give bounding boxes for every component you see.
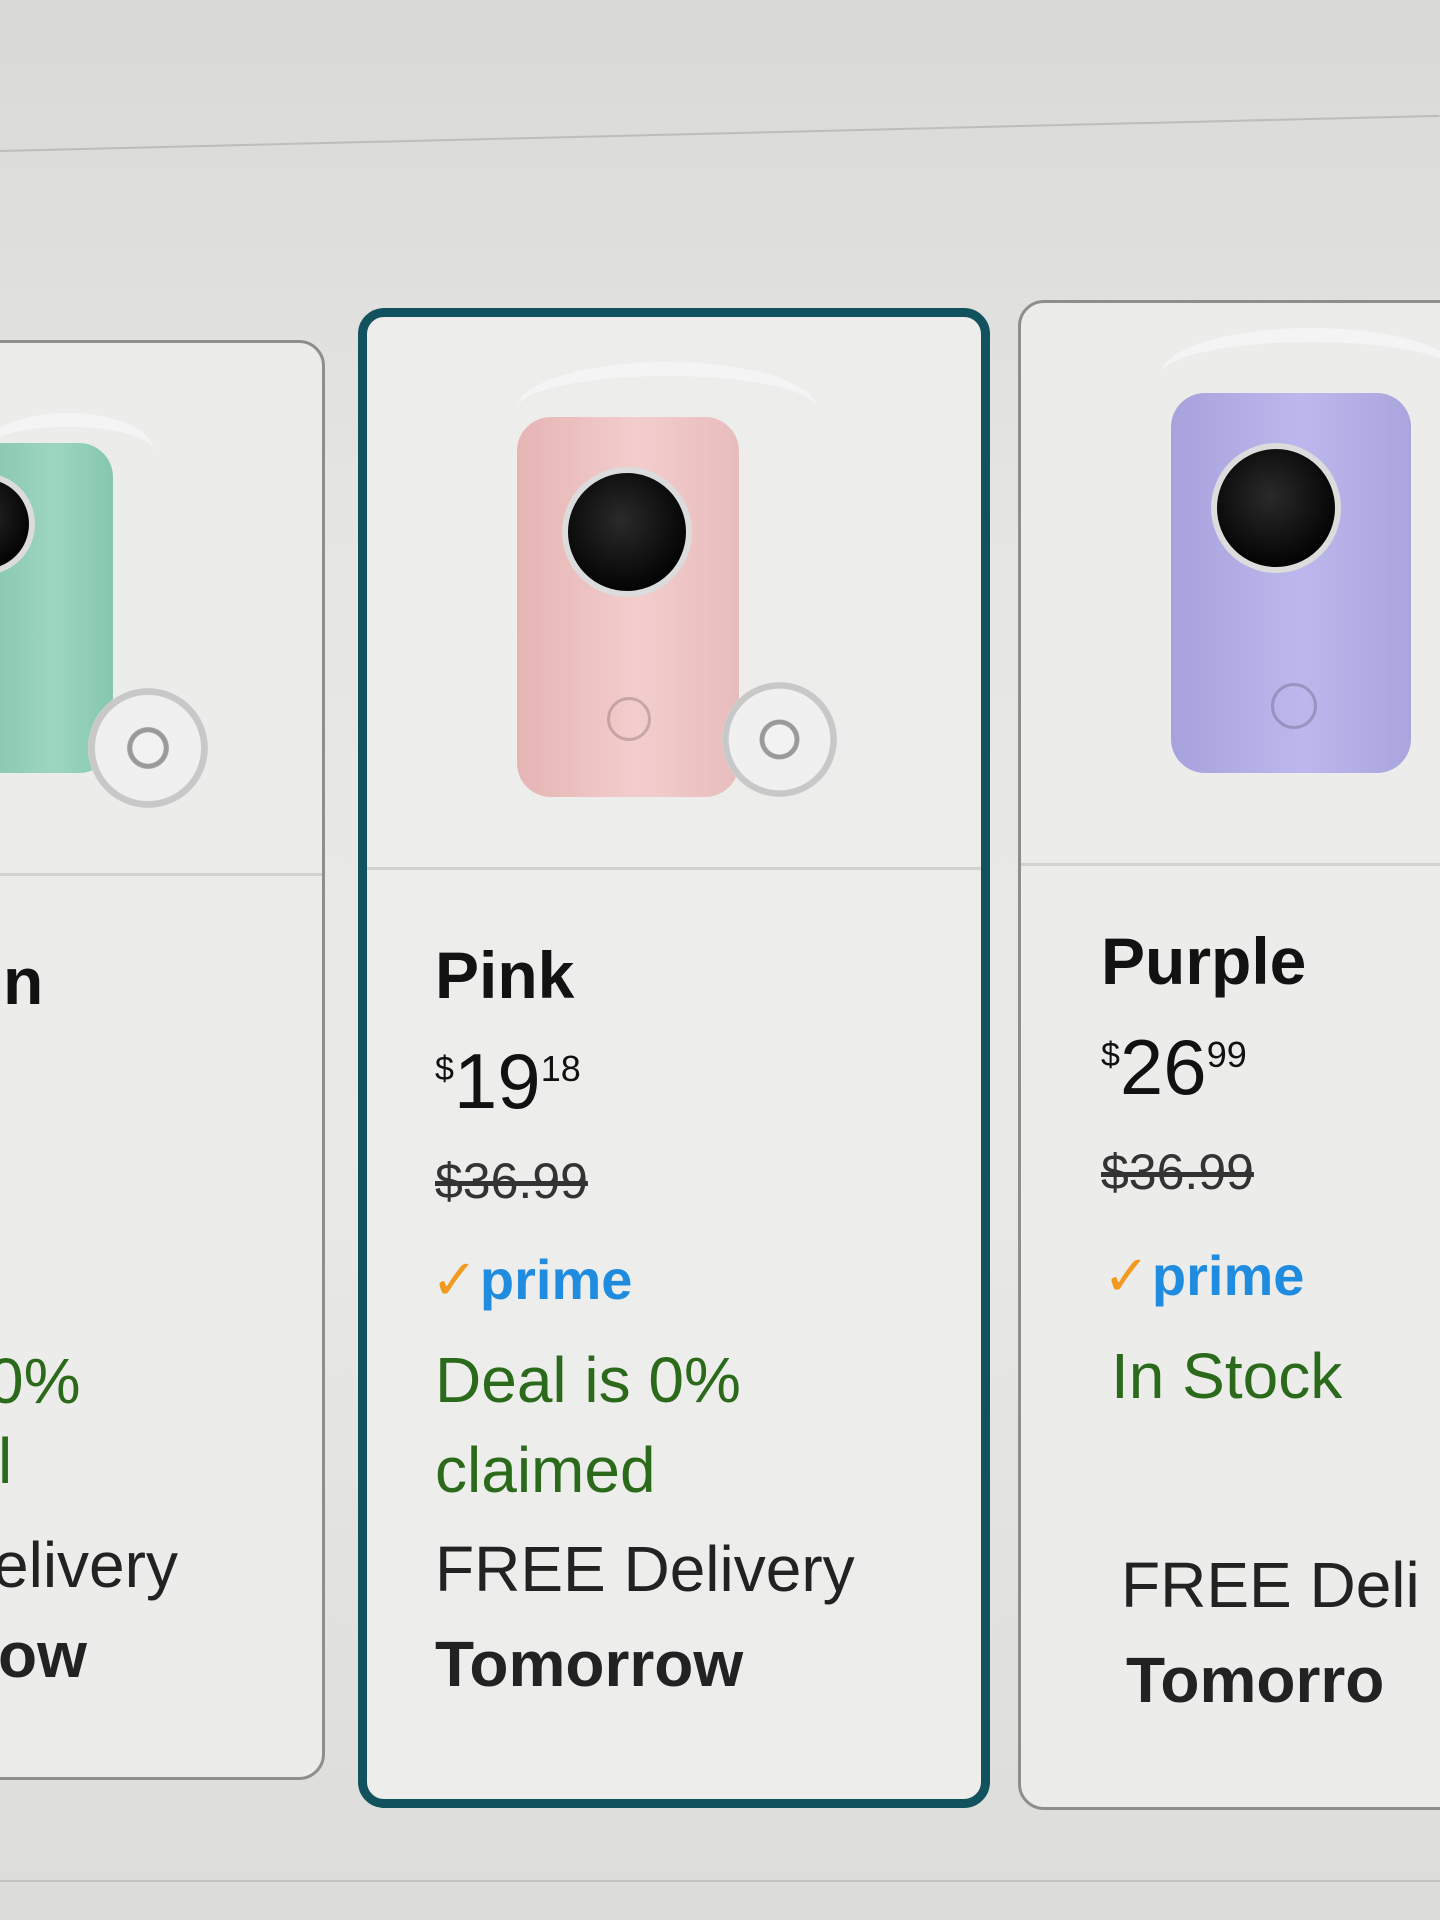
prime-check-icon: ✓ <box>1103 1244 1150 1307</box>
page-bottom-divider <box>0 1880 1440 1882</box>
mint-label-printer-image <box>0 343 322 883</box>
delivery-label: FREE Delivery <box>435 1533 855 1605</box>
page-top-divider <box>0 114 1440 152</box>
deal-status: 0% <box>0 1345 81 1417</box>
prime-label: prime <box>1151 1244 1305 1307</box>
delivery-day: Tomorrow <box>435 1628 744 1700</box>
sale-price: $2699 <box>1101 1028 1247 1106</box>
deal-status-line1: Deal is 0% <box>435 1344 741 1416</box>
deal-status-line2: claimed <box>435 1434 656 1506</box>
price-whole: 19 <box>453 1037 541 1125</box>
stock-status: In Stock <box>1111 1340 1343 1412</box>
delivery-day: ow <box>0 1619 87 1691</box>
list-price: $36.99 <box>1101 1144 1254 1200</box>
option-title: n <box>3 944 44 1018</box>
option-title: Purple <box>1101 924 1307 998</box>
option-title: Pink <box>435 938 575 1012</box>
color-option-card-purple[interactable]: Purple $2699 $36.99 ✓prime In Stock FREE… <box>1018 300 1440 1810</box>
price-fraction: 99 <box>1206 1034 1247 1075</box>
currency-symbol: $ <box>435 1050 454 1088</box>
delivery-label: elivery <box>0 1529 178 1601</box>
price-fraction: 18 <box>540 1048 581 1089</box>
currency-symbol: $ <box>1101 1036 1120 1074</box>
prime-badge: ✓prime <box>1103 1243 1304 1309</box>
pink-label-printer-image <box>367 317 981 857</box>
prime-label: prime <box>479 1248 633 1311</box>
prime-badge: ✓prime <box>431 1247 632 1313</box>
color-option-card-mint[interactable]: n 0% l elivery ow <box>0 340 325 1780</box>
deal-claimed-text: l <box>0 1423 12 1500</box>
color-option-card-pink[interactable]: Pink $1918 $36.99 ✓prime Deal is 0% clai… <box>358 308 990 1808</box>
price-whole: 26 <box>1119 1023 1207 1111</box>
prime-check-icon: ✓ <box>431 1248 478 1311</box>
sale-price: $1918 <box>435 1042 581 1120</box>
purple-label-printer-image <box>1021 303 1440 863</box>
list-price: $36.99 <box>435 1153 588 1209</box>
delivery-label: FREE Deli <box>1121 1549 1420 1621</box>
delivery-day: Tomorro <box>1126 1644 1385 1716</box>
